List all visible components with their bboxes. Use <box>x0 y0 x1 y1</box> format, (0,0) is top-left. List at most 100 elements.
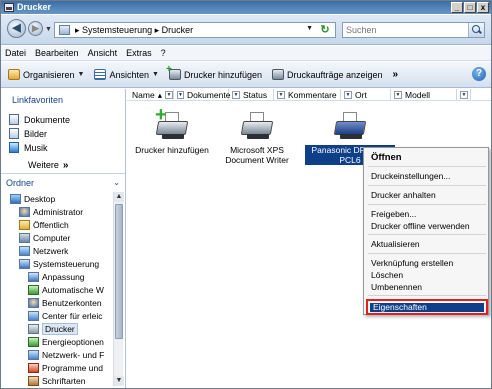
toolbar-overflow-button[interactable]: » <box>390 66 402 84</box>
column-filter-dropdown[interactable]: ▼ <box>177 91 184 99</box>
folders-header[interactable]: Ordner ⌄ <box>6 178 122 188</box>
favorite-link-pictures[interactable]: Bilder <box>9 128 47 139</box>
add-printer-label: Drucker hinzufügen <box>183 69 262 80</box>
tree-item-label: Anpassung <box>42 272 85 282</box>
favorite-link-label: Musik <box>24 142 48 153</box>
menu-item-rename[interactable]: Umbenennen <box>371 282 422 292</box>
breadcrumb-systemsteuerung[interactable]: Systemsteuerung <box>82 25 152 35</box>
printer-item-add[interactable]: + Drucker hinzufügen <box>127 105 217 155</box>
show-print-queue-label: Druckaufträge anzeigen <box>286 69 383 80</box>
menu-bearbeiten[interactable]: Bearbeiten <box>35 48 79 58</box>
menu-item-pause-printer[interactable]: Drucker anhalten <box>371 190 436 200</box>
folder-tree-scrollbar[interactable]: ▲ ▼ <box>113 192 124 386</box>
tree-item-network-sharing[interactable]: Netzwerk- und F <box>28 349 104 361</box>
address-dropdown-icon[interactable]: ▼ <box>306 25 313 32</box>
column-header-documents[interactable]: ▼ Dokumente <box>174 89 231 101</box>
context-menu: Öffnen Druckeinstellungen... Drucker anh… <box>363 147 489 315</box>
pane-divider[interactable] <box>1 173 125 174</box>
tree-item-autoplay[interactable]: Automatische W <box>28 284 104 296</box>
column-filter-dropdown[interactable]: ▼ <box>394 91 402 99</box>
tree-item-ease-of-access[interactable]: Center für erleic <box>28 310 102 322</box>
maximize-button[interactable]: □ <box>464 2 476 13</box>
chevron-down-icon: ▼ <box>152 71 159 78</box>
add-printer-button[interactable]: Drucker hinzufügen <box>166 64 265 84</box>
menu-extras[interactable]: Extras <box>126 48 152 58</box>
tree-item-fonts[interactable]: Schriftarten <box>28 375 85 386</box>
tree-item-network[interactable]: Netzwerk <box>19 245 68 257</box>
breadcrumb-drucker[interactable]: Drucker <box>162 25 194 35</box>
menu-item-open[interactable]: Öffnen <box>371 152 402 163</box>
power-options-icon <box>28 337 39 347</box>
window-controls: _ □ x <box>451 2 489 13</box>
menu-item-printing-preferences[interactable]: Druckeinstellungen... <box>371 171 450 181</box>
search-box <box>342 22 485 38</box>
show-print-queue-button[interactable]: Druckaufträge anzeigen <box>269 66 386 84</box>
chevron-down-icon: ▼ <box>77 71 85 78</box>
organize-button[interactable]: Organisieren ▼ <box>5 66 87 84</box>
tree-item-power-options[interactable]: Energieoptionen <box>28 336 104 348</box>
network-icon <box>19 246 30 256</box>
documents-icon <box>9 114 19 125</box>
menu-item-delete[interactable]: Löschen <box>371 270 403 280</box>
menu-item-share[interactable]: Freigeben... <box>371 209 416 219</box>
menu-datei[interactable]: Datei <box>5 48 26 58</box>
help-icon[interactable]: ? <box>472 67 486 81</box>
command-bar: Organisieren ▼ Ansichten ▼ Drucker hinzu… <box>1 62 491 88</box>
more-favorites-link[interactable]: Weitere» <box>28 160 68 171</box>
menu-separator <box>368 204 486 205</box>
forward-button[interactable]: ▶ <box>28 21 43 36</box>
column-header-extra[interactable]: ▼ <box>457 89 471 101</box>
menu-item-use-offline[interactable]: Drucker offline verwenden <box>371 221 470 231</box>
menu-ansicht[interactable]: Ansicht <box>88 48 118 58</box>
favorite-link-documents[interactable]: Dokumente <box>9 114 70 125</box>
column-header-model[interactable]: ▼ Modell <box>391 89 457 101</box>
printer-label: Microsoft XPS Document Writer <box>225 145 289 165</box>
column-header-comments[interactable]: ▼ Kommentare <box>274 89 341 101</box>
tree-item-personalization[interactable]: Anpassung <box>28 271 85 283</box>
scroll-up-icon[interactable]: ▲ <box>114 192 124 202</box>
menu-item-refresh[interactable]: Aktualisieren <box>371 239 420 249</box>
close-button[interactable]: x <box>477 2 489 13</box>
column-filter-dropdown[interactable]: ▼ <box>232 91 240 99</box>
column-header-label: Status <box>243 90 268 100</box>
column-header-label: Dokumente <box>186 90 231 100</box>
column-header-location[interactable]: ▼ Ort <box>341 89 391 101</box>
search-icon[interactable] <box>468 23 484 37</box>
scroll-down-icon[interactable]: ▼ <box>114 376 124 386</box>
tree-item-administrator[interactable]: Administrator <box>19 206 83 218</box>
address-box[interactable]: ▸ Systemsteuerung ▸ Drucker ▼ ↻ <box>54 22 336 38</box>
add-printer-icon: + <box>155 105 189 141</box>
recent-pages-dropdown[interactable]: ▼ <box>45 26 52 33</box>
views-button[interactable]: Ansichten ▼ <box>91 66 161 84</box>
tree-item-user-accounts[interactable]: Benutzerkonten <box>28 297 102 309</box>
tree-item-computer[interactable]: Computer <box>19 232 70 244</box>
column-header-status[interactable]: ▼ Status <box>229 89 274 101</box>
programs-icon <box>28 363 39 373</box>
menu-item-properties[interactable]: Eigenschaften <box>370 303 484 312</box>
breadcrumb-separator-icon: ▸ <box>75 25 80 35</box>
menu-item-create-shortcut[interactable]: Verknüpfung erstellen <box>371 258 453 268</box>
scrollbar-thumb[interactable] <box>115 204 123 339</box>
menu-help[interactable]: ? <box>161 48 166 58</box>
printer-item-xps[interactable]: Microsoft XPS Document Writer <box>212 107 302 165</box>
tree-item-printers[interactable]: Drucker <box>28 323 78 335</box>
refresh-icon[interactable]: ↻ <box>319 24 331 36</box>
music-icon <box>9 142 19 153</box>
column-filter-dropdown[interactable]: ▼ <box>460 91 468 99</box>
column-header-name[interactable]: Name ▴ ▼ <box>129 89 174 101</box>
back-button[interactable]: ◀ <box>7 19 26 38</box>
user-accounts-icon <box>28 298 39 308</box>
minimize-button[interactable]: _ <box>451 2 463 13</box>
search-input[interactable] <box>346 24 461 36</box>
favorite-link-music[interactable]: Musik <box>9 142 48 153</box>
column-filter-dropdown[interactable]: ▼ <box>344 91 352 99</box>
column-filter-dropdown[interactable]: ▼ <box>164 91 173 99</box>
column-filter-dropdown[interactable]: ▼ <box>277 91 285 99</box>
properties-highlight-box: Eigenschaften <box>366 299 488 315</box>
tree-item-desktop[interactable]: Desktop <box>10 193 55 205</box>
tree-item-programs[interactable]: Programme und <box>28 362 103 374</box>
autoplay-icon <box>28 285 39 295</box>
tree-item-control-panel[interactable]: Systemsteuerung <box>19 258 99 270</box>
menu-bar: Datei Bearbeiten Ansicht Extras ? <box>1 46 491 61</box>
tree-item-public[interactable]: Öffentlich <box>19 219 69 231</box>
